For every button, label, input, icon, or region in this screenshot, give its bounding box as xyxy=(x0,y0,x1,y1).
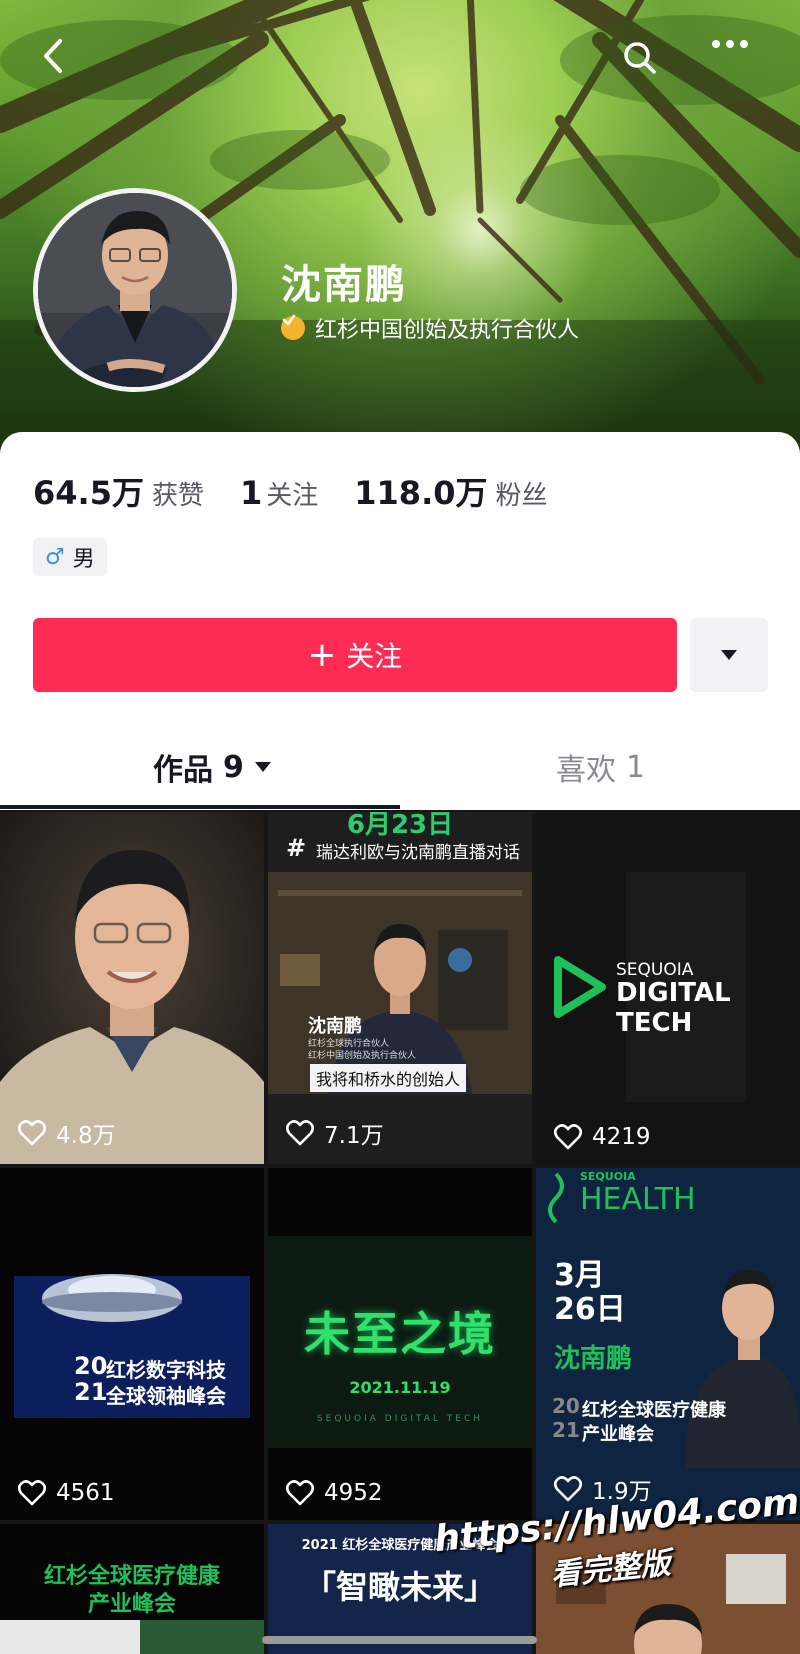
video-likes: 4561 xyxy=(18,1480,115,1506)
tab-works-count: 9 xyxy=(223,749,244,785)
video-title: 未至之境 xyxy=(304,1307,496,1361)
heart-icon xyxy=(18,1120,46,1146)
followers-label[interactable]: 粉丝 xyxy=(496,475,548,512)
likes-count: 64.5万 xyxy=(33,474,144,512)
more-dots-icon xyxy=(712,40,748,48)
stats-row: 64.5万 获赞 1 关注 118.0万 粉丝 xyxy=(33,468,548,514)
male-icon: ♂ xyxy=(45,544,65,570)
video-likes: 4.8万 xyxy=(18,1116,116,1150)
hashtag: # xyxy=(286,834,307,862)
verification-row: 红杉中国创始及执行合伙人 xyxy=(281,312,579,344)
event-subtitle: 全球领袖峰会 xyxy=(106,1384,226,1408)
video-thumbnail xyxy=(268,812,532,1164)
tab-likes-label: 喜欢 xyxy=(556,753,616,788)
gender-tag: ♂ 男 xyxy=(33,538,107,576)
tab-works[interactable]: 作品 9 xyxy=(153,745,272,789)
video-likes: 4952 xyxy=(286,1480,383,1506)
back-arrow-icon xyxy=(44,39,62,73)
video-likes-count: 4.8万 xyxy=(56,1123,116,1149)
video-tile[interactable]: 未至之境 2021.11.19 SEQUOIA DIGITAL TECH 495… xyxy=(268,1168,532,1520)
video-likes: 4219 xyxy=(554,1124,651,1150)
gender-label: 男 xyxy=(72,547,95,572)
verification-title: 红杉中国创始及执行合伙人 xyxy=(315,318,580,343)
video-likes: 7.1万 xyxy=(286,1116,384,1150)
home-indicator[interactable] xyxy=(262,1636,537,1644)
video-tile[interactable]: 4.8万 xyxy=(0,812,264,1164)
recommend-dropdown-button[interactable] xyxy=(690,618,768,692)
caption-sub: 红杉中国创始及执行合伙人 xyxy=(308,1051,417,1061)
avatar-portrait xyxy=(38,193,232,387)
tab-indicator xyxy=(0,805,400,809)
video-tile[interactable]: SEQUOIA HEALTH 3月 26日 沈南鹏 20 21 红杉全球医疗健康… xyxy=(536,1168,800,1520)
event-subtitle: 产业峰会 xyxy=(87,1592,176,1617)
video-brand: SEQUOIA DIGITAL TECH xyxy=(316,1414,484,1424)
caption-name: 沈南鹏 xyxy=(308,1016,362,1037)
avatar[interactable] xyxy=(33,188,237,392)
caret-down-icon xyxy=(254,762,271,772)
follow-button[interactable]: + 关注 xyxy=(33,618,677,692)
following-label[interactable]: 关注 xyxy=(266,475,318,512)
tab-likes[interactable]: 喜欢 1 xyxy=(556,745,645,789)
video-likes-count: 4952 xyxy=(324,1480,383,1506)
event-title: 红杉全球医疗健康 xyxy=(582,1400,726,1421)
video-thumbnail xyxy=(0,1168,264,1520)
video-date: 6月23日 xyxy=(346,812,454,840)
more-button[interactable] xyxy=(710,38,760,88)
heart-icon xyxy=(18,1480,46,1506)
followers-count[interactable]: 118.0万 xyxy=(354,468,487,514)
heart-icon xyxy=(554,1476,582,1502)
likes-label: 获赞 xyxy=(151,481,204,511)
video-topic: 瑞达利欧与沈南鹏直播对话 xyxy=(316,843,520,863)
cover-image: 沈南鹏 红杉中国创始及执行合伙人 xyxy=(0,0,800,470)
year-bottom: 21 xyxy=(74,1378,108,1406)
year-bottom: 21 xyxy=(552,1418,580,1442)
video-tile[interactable]: SEQUOIA DIGITAL TECH 4219 xyxy=(536,812,800,1164)
video-tile[interactable]: 红杉全球医疗健康 产业峰会 xyxy=(0,1524,264,1654)
video-tile[interactable]: 6月23日 # 瑞达利欧与沈南鹏直播对话 沈南鹏 红杉全球执行合伙人 红杉中国创… xyxy=(268,812,532,1164)
event-title: 红杉数字科技 xyxy=(106,1358,226,1382)
tab-likes-count: 1 xyxy=(626,749,646,785)
profile-page: 沈南鹏 红杉中国创始及执行合伙人 64.5万 获赞 1 关注 118.0万 粉丝… xyxy=(0,0,800,1654)
heart-icon xyxy=(286,1480,314,1506)
video-date: 2021.11.19 xyxy=(349,1378,451,1397)
speaker-name: 沈南鹏 xyxy=(554,1344,633,1374)
brand-line2: DIGITAL TECH xyxy=(616,978,731,1038)
caret-down-icon xyxy=(721,650,737,660)
event-subtitle: 产业峰会 xyxy=(582,1424,654,1445)
video-thumbnail xyxy=(0,812,264,1164)
following-count[interactable]: 1 xyxy=(240,474,262,512)
back-button[interactable] xyxy=(38,38,88,88)
heart-icon xyxy=(286,1120,314,1146)
event-day: 26日 xyxy=(554,1292,626,1327)
brand-line1: SEQUOIA xyxy=(616,960,694,980)
video-likes-count: 4219 xyxy=(592,1124,651,1150)
subtitle-caption: 我将和桥水的创始人 xyxy=(310,1064,467,1092)
search-button[interactable] xyxy=(620,38,670,88)
brand-health: HEALTH xyxy=(580,1182,696,1217)
search-icon xyxy=(624,42,656,74)
heart-icon xyxy=(554,1124,582,1150)
year-top: 20 xyxy=(552,1394,580,1418)
video-likes-count: 4561 xyxy=(56,1480,115,1506)
follow-label: 关注 xyxy=(346,640,403,673)
verified-badge-icon xyxy=(281,314,305,340)
year-top: 20 xyxy=(74,1352,108,1380)
video-tile[interactable]: 20 21 红杉数字科技 全球领袖峰会 4561 xyxy=(0,1168,264,1520)
tab-works-label: 作品 xyxy=(153,753,213,788)
plus-icon: + xyxy=(307,635,337,675)
video-likes-count: 7.1万 xyxy=(324,1123,384,1149)
profile-name: 沈南鹏 xyxy=(281,262,407,308)
